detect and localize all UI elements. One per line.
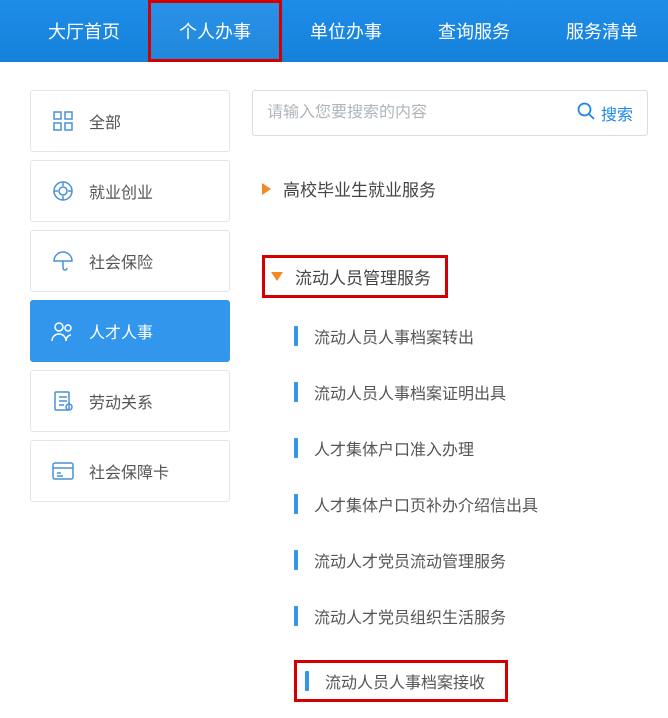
sidebar-item-label: 劳动关系 (89, 389, 153, 413)
sidebar-item-label: 人才人事 (89, 319, 153, 343)
search-button-label: 搜索 (601, 101, 633, 125)
list-item[interactable]: 流动人才党员流动管理服务 (252, 532, 648, 588)
bar-icon (294, 494, 298, 514)
document-icon (51, 389, 75, 413)
people-icon (51, 319, 75, 343)
item-label: 流动人员人事档案转出 (314, 324, 474, 348)
sidebar-item-all[interactable]: 全部 (30, 90, 230, 152)
grid-icon (51, 109, 75, 133)
search-box: 搜索 (252, 90, 648, 136)
sidebar-item-employment[interactable]: 就业创业 (30, 160, 230, 222)
nav-query[interactable]: 查询服务 (410, 0, 538, 62)
triangle-down-icon (271, 272, 283, 281)
list-item[interactable]: 流动人员人事档案证明出具 (252, 364, 648, 420)
top-navigation: 大厅首页 个人办事 单位办事 查询服务 服务清单 (0, 0, 668, 62)
bar-icon (294, 550, 298, 570)
list-item[interactable]: 流动人员人事档案接收 (252, 644, 648, 718)
bar-icon (294, 606, 298, 626)
sidebar-item-label: 社会保险 (89, 249, 153, 273)
nav-home[interactable]: 大厅首页 (20, 0, 148, 62)
item-label: 流动人员人事档案接收 (325, 669, 485, 693)
sidebar-item-insurance[interactable]: 社会保险 (30, 230, 230, 292)
section-items: 流动人员人事档案转出 流动人员人事档案证明出具 人才集体户口准入办理 人才集体户… (252, 308, 648, 718)
search-input[interactable] (267, 104, 577, 122)
sidebar-item-label: 社会保障卡 (89, 459, 169, 483)
list-item[interactable]: 人才集体户口准入办理 (252, 420, 648, 476)
item-label: 人才集体户口页补办介绍信出具 (314, 492, 538, 516)
target-icon (51, 179, 75, 203)
item-label: 流动人员人事档案证明出具 (314, 380, 506, 404)
section-label: 流动人员管理服务 (295, 264, 431, 289)
item-label: 人才集体户口准入办理 (314, 436, 474, 460)
nav-unit[interactable]: 单位办事 (282, 0, 410, 62)
list-item[interactable]: 流动人才党员组织生活服务 (252, 588, 648, 644)
sidebar-item-card[interactable]: 社会保障卡 (30, 440, 230, 502)
umbrella-icon (51, 249, 75, 273)
sidebar-item-label: 就业创业 (89, 179, 153, 203)
sidebar-item-label: 全部 (89, 109, 121, 133)
list-item[interactable]: 流动人员人事档案转出 (252, 308, 648, 364)
search-icon (577, 102, 595, 125)
card-icon (51, 459, 75, 483)
bar-icon (294, 326, 298, 346)
section-label: 高校毕业生就业服务 (283, 176, 436, 201)
sidebar-item-talent[interactable]: 人才人事 (30, 300, 230, 362)
bar-icon (294, 438, 298, 458)
item-label: 流动人才党员组织生活服务 (314, 604, 506, 628)
item-label: 流动人才党员流动管理服务 (314, 548, 506, 572)
bar-icon (305, 671, 309, 691)
search-button[interactable]: 搜索 (577, 101, 633, 125)
list-item[interactable]: 人才集体户口页补办介绍信出具 (252, 476, 648, 532)
sidebar: 全部 就业创业 社会保险 人才人事 劳动关系 (30, 90, 230, 718)
section-graduates[interactable]: 高校毕业生就业服务 (252, 166, 648, 211)
sidebar-item-labor[interactable]: 劳动关系 (30, 370, 230, 432)
main-panel: 搜索 高校毕业生就业服务 流动人员管理服务 流动人员人事档案转出 流动人员人事档… (252, 90, 648, 718)
bar-icon (294, 382, 298, 402)
section-mobility[interactable]: 流动人员管理服务 (252, 245, 648, 308)
nav-list[interactable]: 服务清单 (538, 0, 666, 62)
triangle-right-icon (262, 183, 271, 195)
nav-personal[interactable]: 个人办事 (148, 0, 282, 62)
